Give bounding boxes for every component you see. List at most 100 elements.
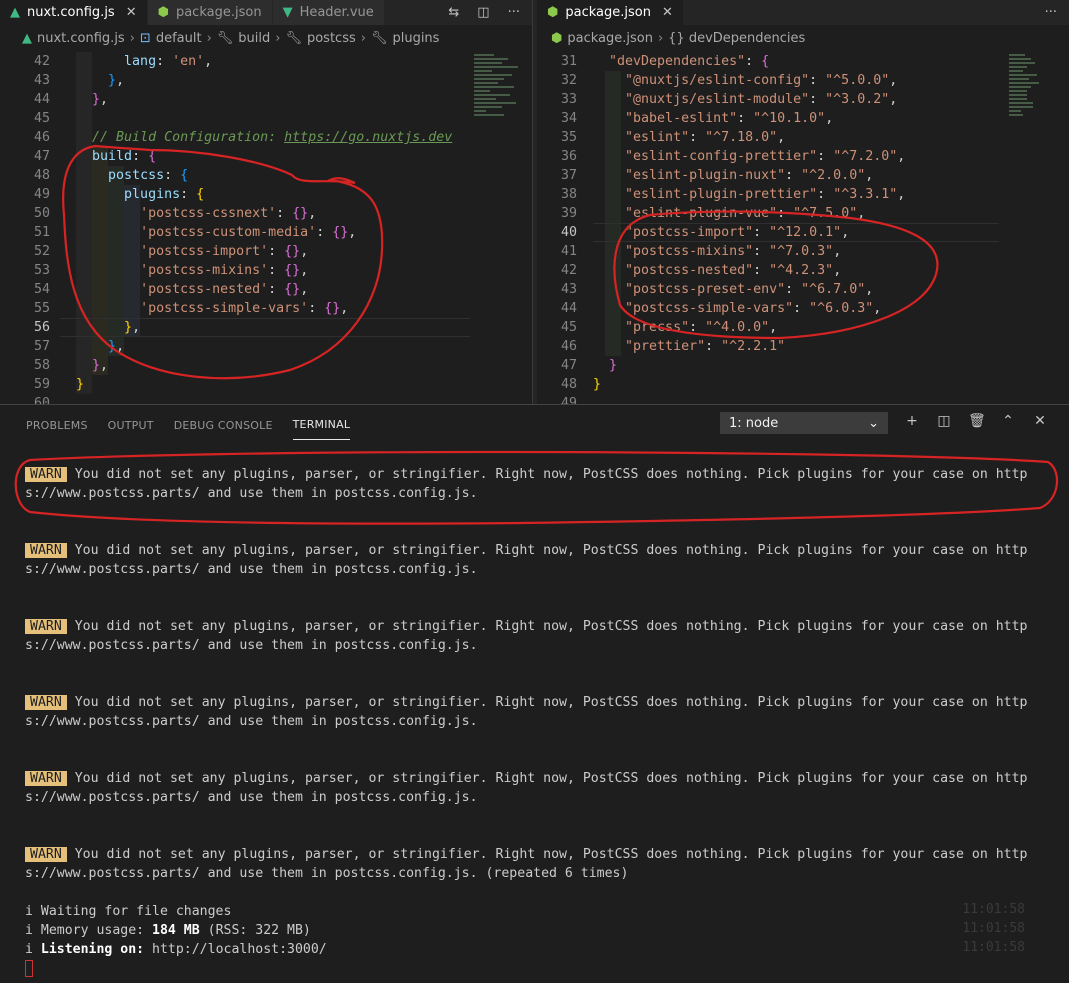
code-line[interactable]: 32 "@nuxtjs/eslint-config": "^5.0.0", bbox=[537, 71, 1069, 90]
line-number: 39 bbox=[560, 206, 577, 221]
code-line[interactable]: 38 "eslint-plugin-prettier": "^3.3.1", bbox=[537, 185, 1069, 204]
terminal-line: i Memory usage: 184 MB (RSS: 322 MB) bbox=[25, 923, 311, 938]
more-actions-icon[interactable]: ··· bbox=[1045, 5, 1057, 20]
close-icon[interactable]: ✕ bbox=[1032, 413, 1048, 429]
breadcrumb-item[interactable]: build bbox=[238, 31, 270, 46]
minimap[interactable] bbox=[1009, 52, 1069, 172]
code-text: "postcss-import": "^12.0.1", bbox=[625, 225, 850, 240]
more-actions-icon[interactable]: ··· bbox=[508, 5, 520, 20]
tab-problems[interactable]: PROBLEMS bbox=[26, 409, 88, 440]
warn-badge: WARN bbox=[25, 695, 67, 710]
line-number: 41 bbox=[560, 244, 577, 259]
code-line[interactable]: 47 build: { bbox=[0, 147, 532, 166]
code-line[interactable]: 59 } bbox=[0, 375, 532, 394]
tab-debug-console[interactable]: DEBUG CONSOLE bbox=[174, 409, 273, 440]
code-line[interactable]: 44 "postcss-simple-vars": "^6.0.3", bbox=[537, 299, 1069, 318]
code-line[interactable]: 41 "postcss-mixins": "^7.0.3", bbox=[537, 242, 1069, 261]
plus-icon[interactable]: + bbox=[904, 413, 920, 429]
code-line[interactable]: 49 plugins: { bbox=[0, 185, 532, 204]
breadcrumb-item[interactable]: package.json bbox=[567, 31, 653, 46]
code-text: 'postcss-cssnext': {}, bbox=[140, 206, 317, 221]
code-line[interactable]: 34 "babel-eslint": "^10.1.0", bbox=[537, 109, 1069, 128]
breadcrumb-item[interactable]: postcss bbox=[307, 31, 356, 46]
tab-output[interactable]: OUTPUT bbox=[108, 409, 154, 440]
code-line[interactable]: 39 "eslint-plugin-vue": "^7.5.0", bbox=[537, 204, 1069, 223]
code-text: lang: 'en', bbox=[124, 54, 213, 69]
code-line[interactable]: 43 }, bbox=[0, 71, 532, 90]
code-line[interactable]: 57 }, bbox=[0, 337, 532, 356]
code-line[interactable]: 51 'postcss-custom-media': {}, bbox=[0, 223, 532, 242]
terminal-line: s://www.postcss.parts/ and use them in p… bbox=[25, 562, 478, 577]
tab-label: package.json bbox=[175, 5, 262, 20]
code-line[interactable]: 45 "precss": "^4.0.0", bbox=[537, 318, 1069, 337]
tab-nuxt-config[interactable]: ▲ nuxt.config.js ✕ bbox=[0, 0, 148, 25]
code-line[interactable]: 56 }, bbox=[0, 318, 532, 337]
warn-badge: WARN bbox=[25, 467, 67, 482]
code-line[interactable]: 45 bbox=[0, 109, 532, 128]
code-line[interactable]: 42 "postcss-nested": "^4.2.3", bbox=[537, 261, 1069, 280]
line-number: 32 bbox=[560, 73, 577, 88]
terminal-line: WARN You did not set any plugins, parser… bbox=[25, 465, 1027, 484]
tab-header-vue[interactable]: ▼ Header.vue bbox=[272, 0, 385, 25]
breadcrumb-item[interactable]: nuxt.config.js bbox=[37, 31, 125, 46]
tab-package-json[interactable]: ⬢ package.json bbox=[147, 0, 273, 25]
code-line[interactable]: 46 // Build Configuration: https://go.nu… bbox=[0, 128, 532, 147]
chevron-right-icon: › bbox=[360, 31, 366, 46]
chevron-up-icon[interactable]: ⌃ bbox=[1000, 413, 1016, 429]
terminal-select[interactable]: 1: node ⌄ bbox=[720, 412, 888, 434]
minimap[interactable] bbox=[474, 52, 532, 172]
code-line[interactable]: 35 "eslint": "^7.18.0", bbox=[537, 128, 1069, 147]
code-line[interactable]: 46 "prettier": "^2.2.1" bbox=[537, 337, 1069, 356]
code-text: }, bbox=[92, 92, 109, 107]
code-text: "postcss-nested": "^4.2.3", bbox=[625, 263, 842, 278]
code-line[interactable]: 48} bbox=[537, 375, 1069, 394]
code-line[interactable]: 47 } bbox=[537, 356, 1069, 375]
line-number: 46 bbox=[560, 339, 577, 354]
code-line[interactable]: 58 }, bbox=[0, 356, 532, 375]
code-line[interactable]: 60 bbox=[0, 394, 532, 404]
code-text: // Build Configuration: https://go.nuxtj… bbox=[92, 130, 453, 145]
terminal-line: WARN You did not set any plugins, parser… bbox=[25, 693, 1027, 712]
code-line[interactable]: 42 lang: 'en', bbox=[0, 52, 532, 71]
trash-icon[interactable]: 🗑︎ bbox=[968, 413, 986, 429]
warn-message: You did not set any plugins, parser, or … bbox=[66, 543, 1028, 558]
code-line[interactable]: 44 }, bbox=[0, 90, 532, 109]
code-text: "postcss-simple-vars": "^6.0.3", bbox=[625, 301, 882, 316]
code-line[interactable]: 50 'postcss-cssnext': {}, bbox=[0, 204, 532, 223]
code-text: 'postcss-simple-vars': {}, bbox=[140, 301, 349, 316]
close-icon[interactable]: ✕ bbox=[662, 5, 673, 20]
split-terminal-icon[interactable]: ◫ bbox=[936, 413, 952, 429]
breadcrumb-item[interactable]: default bbox=[156, 31, 202, 46]
code-line[interactable]: 33 "@nuxtjs/eslint-module": "^3.0.2", bbox=[537, 90, 1069, 109]
terminal-line: s://www.postcss.parts/ and use them in p… bbox=[25, 866, 629, 881]
line-number: 55 bbox=[33, 301, 50, 316]
code-line[interactable]: 31 "devDependencies": { bbox=[537, 52, 1069, 71]
nodejs-icon: ⬢ bbox=[157, 5, 169, 20]
code-line[interactable]: 54 'postcss-nested': {}, bbox=[0, 280, 532, 299]
code-line[interactable]: 40 "postcss-import": "^12.0.1", bbox=[537, 223, 1069, 242]
split-editor-icon[interactable]: ◫ bbox=[477, 5, 489, 20]
code-line[interactable]: 48 postcss: { bbox=[0, 166, 532, 185]
code-line[interactable]: 55 'postcss-simple-vars': {}, bbox=[0, 299, 532, 318]
tab-terminal[interactable]: TERMINAL bbox=[292, 408, 351, 440]
code-text: "eslint-plugin-prettier": "^3.3.1", bbox=[625, 187, 906, 202]
code-line[interactable]: 49 bbox=[537, 394, 1069, 404]
close-icon[interactable]: ✕ bbox=[126, 5, 137, 20]
open-changes-icon[interactable]: ⇆ bbox=[448, 5, 459, 20]
code-line[interactable]: 43 "postcss-preset-env": "^6.7.0", bbox=[537, 280, 1069, 299]
code-line[interactable]: 53 'postcss-mixins': {}, bbox=[0, 261, 532, 280]
code-text: 'postcss-mixins': {}, bbox=[140, 263, 309, 278]
breadcrumb-item[interactable]: {} devDependencies bbox=[668, 31, 805, 46]
code-line[interactable]: 36 "eslint-config-prettier": "^7.2.0", bbox=[537, 147, 1069, 166]
warn-message: You did not set any plugins, parser, or … bbox=[66, 847, 1028, 862]
line-number: 47 bbox=[33, 149, 50, 164]
line-number: 50 bbox=[33, 206, 50, 221]
code-line[interactable]: 37 "eslint-plugin-nuxt": "^2.0.0", bbox=[537, 166, 1069, 185]
code-line[interactable]: 52 'postcss-import': {}, bbox=[0, 242, 532, 261]
code-text: }, bbox=[108, 73, 125, 88]
tab-package-json[interactable]: ⬢ package.json ✕ bbox=[537, 0, 684, 25]
terminal-line bbox=[25, 959, 33, 978]
left-tab-bar: ▲ nuxt.config.js ✕ ⬢ package.json ▼ Head… bbox=[0, 0, 532, 25]
code-text: "prettier": "^2.2.1" bbox=[625, 339, 786, 354]
breadcrumb-item[interactable]: plugins bbox=[392, 31, 439, 46]
